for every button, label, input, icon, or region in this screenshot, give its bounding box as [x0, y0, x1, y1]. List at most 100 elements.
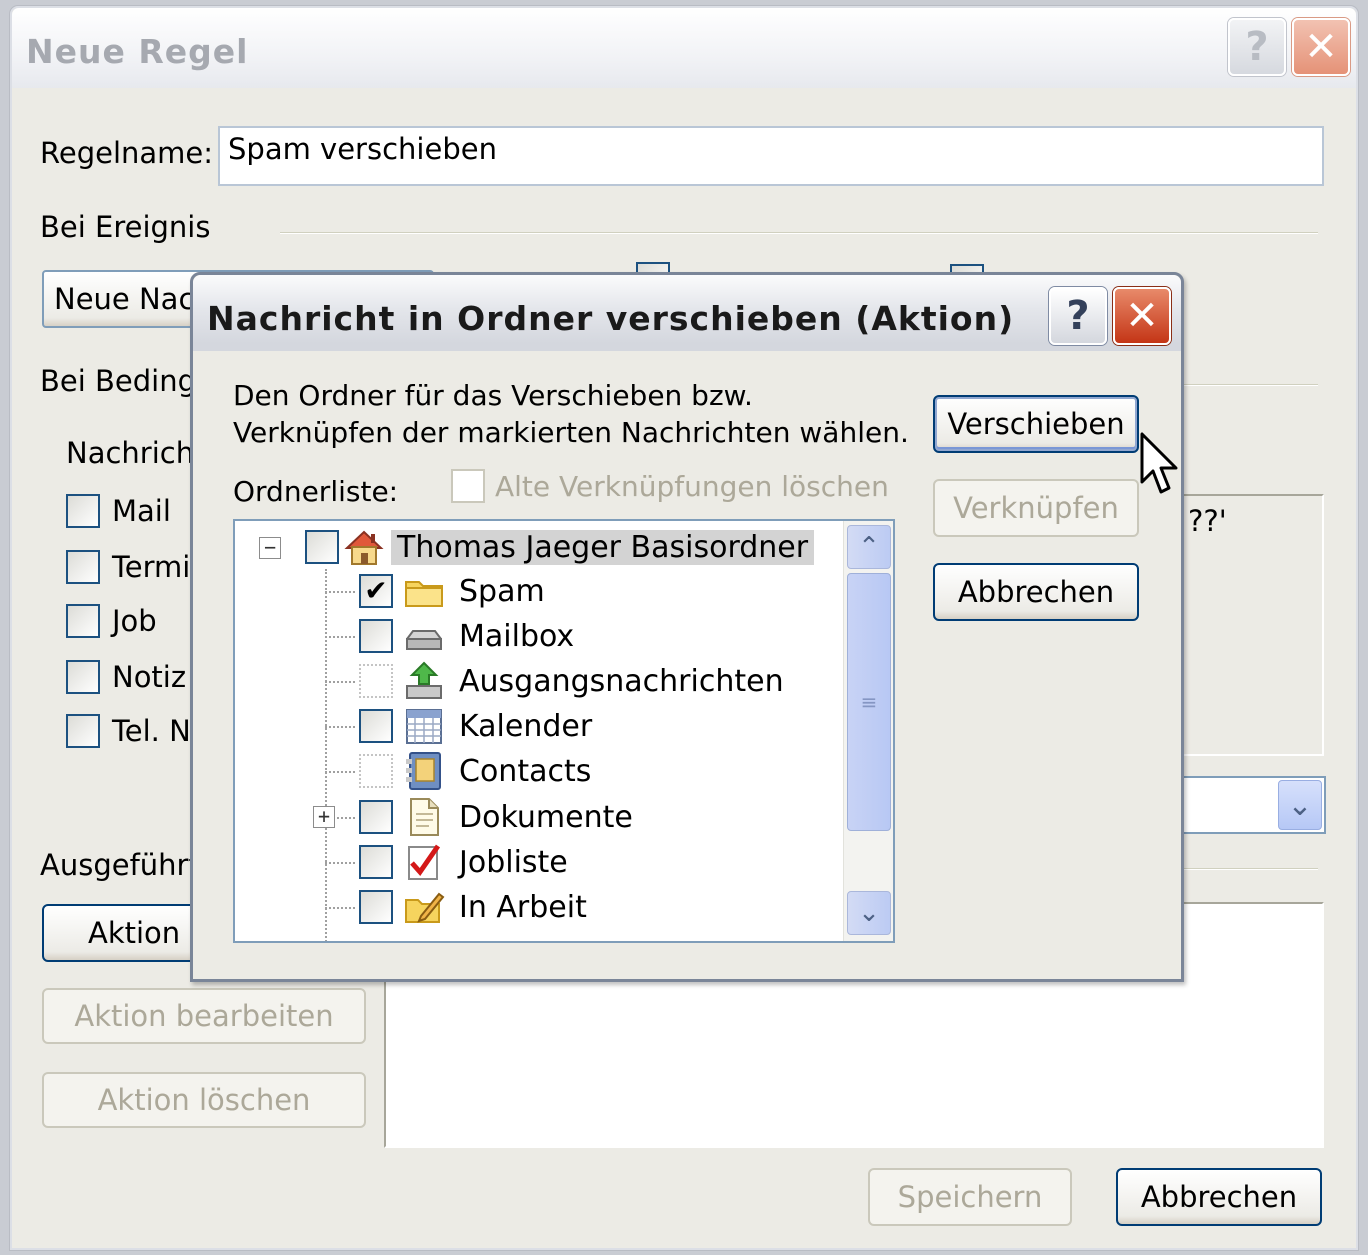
jobliste-checkbox[interactable] — [359, 845, 393, 879]
type-job-checkbox[interactable] — [66, 604, 100, 638]
tree-row-spam[interactable]: Spam — [359, 569, 545, 613]
tree-row-jobliste[interactable]: Jobliste — [359, 840, 568, 884]
in-arbeit-label: In Arbeit — [459, 889, 587, 925]
expand-dokumente-icon[interactable]: + — [313, 806, 335, 828]
aktion-loeschen-button[interactable]: Aktion löschen — [42, 1072, 366, 1128]
type-telnotiz-checkbox[interactable] — [66, 714, 100, 748]
verknuepfen-button[interactable]: Verknüpfen — [933, 479, 1139, 537]
outbox-icon — [403, 660, 445, 702]
dokumente-label: Dokumente — [459, 799, 633, 835]
type-termin-label: Termi — [112, 550, 191, 584]
tree-connector — [325, 862, 355, 864]
contacts-label: Contacts — [459, 753, 592, 789]
in-arbeit-checkbox[interactable] — [359, 890, 393, 924]
type-mail-checkbox[interactable] — [66, 494, 100, 528]
speichern-button[interactable]: Speichern — [868, 1168, 1072, 1226]
condition-list[interactable]: ??' — [1180, 494, 1324, 756]
bei-bedingung-label: Bei Beding — [40, 364, 197, 398]
chevron-down-icon[interactable]: ⌄ — [1278, 780, 1322, 830]
tree-row-contacts[interactable]: Contacts — [359, 749, 591, 793]
scroll-down-icon[interactable]: ⌄ — [847, 891, 891, 935]
ordnerliste-label: Ordnerliste: — [233, 475, 399, 508]
dialog-titlebar: Nachricht in Ordner verschieben (Aktion)… — [193, 275, 1181, 351]
bei-ereignis-divider — [280, 232, 1318, 234]
tree-connector-vertical — [325, 569, 327, 941]
outer-titlebar: Neue Regel ? ✕ — [12, 8, 1356, 88]
outer-close-button[interactable]: ✕ — [1292, 18, 1350, 76]
type-termin-checkbox[interactable] — [66, 550, 100, 584]
instruction-line-2: Verknüpfen der markierten Nachrichten wä… — [233, 416, 909, 449]
calendar-icon — [403, 705, 445, 747]
type-mail-label: Mail — [112, 494, 171, 528]
tree-connector — [325, 636, 355, 638]
nachricht-type-label: Nachrich — [66, 436, 195, 470]
spam-checkbox[interactable] — [359, 574, 393, 608]
alte-verknuepfungen-label: Alte Verknüpfungen löschen — [495, 469, 889, 503]
scroll-up-icon[interactable]: ⌃ — [847, 525, 891, 569]
condition-select[interactable]: ⌄ — [1180, 776, 1326, 834]
verschieben-dialog: Nachricht in Ordner verschieben (Aktion)… — [190, 272, 1184, 982]
condition-text: ??' — [1188, 504, 1227, 538]
event-select-value: Neue Nac — [54, 282, 195, 316]
tree-connector — [325, 726, 355, 728]
ausgangsnachrichten-checkbox[interactable] — [359, 664, 393, 698]
tree-row-mailbox[interactable]: Mailbox — [359, 614, 574, 658]
kalender-label: Kalender — [459, 708, 593, 744]
dialog-title: Nachricht in Ordner verschieben (Aktion) — [207, 299, 1015, 338]
scrollbar-thumb[interactable]: ≡ — [847, 573, 891, 831]
checkmark-list-icon — [403, 841, 445, 883]
tree-connector — [325, 771, 355, 773]
bei-ereignis-label: Bei Ereignis — [40, 210, 211, 244]
ausgefuehrte-divider — [1182, 868, 1318, 870]
dokumente-checkbox[interactable] — [359, 800, 393, 834]
spam-label: Spam — [459, 573, 545, 609]
ausgangsnachrichten-label: Ausgangsnachrichten — [459, 663, 784, 699]
dialog-abbrechen-button[interactable]: Abbrechen — [933, 563, 1139, 621]
outer-help-button[interactable]: ? — [1228, 18, 1286, 76]
regelname-label: Regelname: — [40, 136, 214, 170]
grip-icon: ≡ — [860, 690, 878, 714]
house-icon — [343, 526, 385, 568]
type-notiz-checkbox[interactable] — [66, 660, 100, 694]
instruction-line-1: Den Ordner für das Verschieben bzw. — [233, 379, 753, 412]
jobliste-label: Jobliste — [459, 844, 568, 880]
kalender-checkbox[interactable] — [359, 709, 393, 743]
tree-root-row[interactable]: Thomas Jaeger Basisordner — [305, 525, 815, 569]
mailbox-checkbox[interactable] — [359, 619, 393, 653]
type-notiz-label: Notiz — [112, 660, 187, 694]
folder-icon — [403, 570, 445, 612]
tree-row-kalender[interactable]: Kalender — [359, 704, 592, 748]
collapse-root-icon[interactable]: − — [259, 537, 281, 559]
tree-root-checkbox[interactable] — [305, 530, 339, 564]
folder-edit-icon — [403, 886, 445, 928]
tree-root-label: Thomas Jaeger Basisordner — [391, 529, 815, 565]
mailbox-label: Mailbox — [459, 618, 575, 654]
tree-connector — [325, 681, 355, 683]
outer-abbrechen-button[interactable]: Abbrechen — [1116, 1168, 1322, 1226]
dialog-help-button[interactable]: ? — [1049, 287, 1107, 345]
ausgefuehrte-label: Ausgeführt — [40, 848, 200, 882]
type-telnotiz-label: Tel. N — [112, 714, 191, 748]
inbox-tray-icon — [403, 615, 445, 657]
tree-scrollbar[interactable]: ⌃ ≡ ⌄ — [843, 521, 893, 941]
tree-connector — [325, 907, 355, 909]
alte-verknuepfungen-checkbox[interactable] — [451, 469, 485, 503]
tree-connector — [337, 817, 355, 819]
alte-verknuepfungen-option[interactable]: Alte Verknüpfungen löschen — [451, 469, 889, 503]
type-job-label: Job — [112, 604, 157, 638]
tree-connector — [325, 591, 355, 593]
outer-window-title: Neue Regel — [26, 32, 249, 71]
aktion-bearbeiten-button[interactable]: Aktion bearbeiten — [42, 988, 366, 1044]
contacts-checkbox[interactable] — [359, 754, 393, 788]
mouse-cursor-icon — [1140, 432, 1178, 500]
tree-row-in-arbeit[interactable]: In Arbeit — [359, 885, 587, 929]
regelname-input[interactable]: Spam verschieben — [218, 126, 1324, 186]
verschieben-button[interactable]: Verschieben — [933, 395, 1139, 453]
tree-row-dokumente[interactable]: Dokumente — [359, 795, 633, 839]
tree-row-ausgangsnachrichten[interactable]: Ausgangsnachrichten — [359, 659, 784, 703]
folder-tree[interactable]: − Thomas Jaeger Basisordner Spam — [233, 519, 895, 943]
address-book-icon — [403, 750, 445, 792]
document-icon — [403, 796, 445, 838]
bei-bedingung-divider — [1182, 384, 1318, 386]
dialog-close-button[interactable]: ✕ — [1113, 287, 1171, 345]
